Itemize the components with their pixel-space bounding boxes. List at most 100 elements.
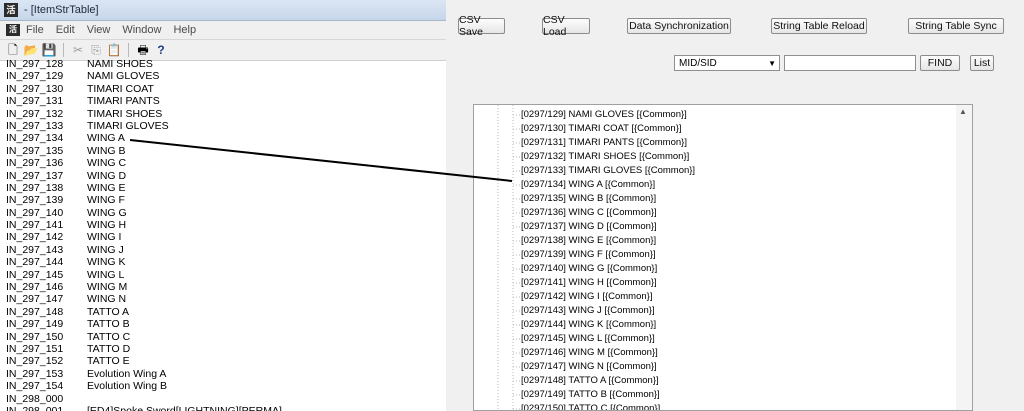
data-synchronization-button[interactable]: Data Synchronization	[627, 18, 731, 34]
row-name	[81, 393, 87, 405]
paste-icon[interactable]: 📋	[107, 43, 122, 57]
tree-item[interactable]: [0297/149] TATTO B [{Common}]	[521, 388, 660, 402]
table-row[interactable]: IN_297_150 TATTO C	[0, 331, 446, 343]
search-input[interactable]	[784, 55, 916, 71]
tree-item[interactable]: [0297/145] WING L [{Common}]	[521, 332, 655, 346]
table-row[interactable]: IN_297_147 WING N	[0, 293, 446, 305]
item-tree-view[interactable]: ▲ [0297/129] NAMI GLOVES [{Common}] [0297…	[473, 104, 973, 411]
table-row[interactable]: IN_297_128 NAMI SHOES	[0, 58, 446, 70]
tree-item[interactable]: [0297/141] WING H [{Common}]	[521, 276, 657, 290]
table-row[interactable]: IN_297_130 TIMARI COAT	[0, 83, 446, 95]
find-button[interactable]: FIND	[920, 55, 960, 71]
table-row[interactable]: IN_297_141 WING H	[0, 219, 446, 231]
table-row[interactable]: IN_297_154 Evolution Wing B	[0, 380, 446, 392]
table-row[interactable]: IN_297_149 TATTO B	[0, 318, 446, 330]
menu-file[interactable]: File	[26, 24, 44, 36]
table-row[interactable]: IN_297_129 NAMI GLOVES	[0, 70, 446, 82]
tree-item[interactable]: [0297/132] TIMARI SHOES [{Common}]	[521, 150, 689, 164]
tree-item[interactable]: [0297/129] NAMI GLOVES [{Common}]	[521, 108, 687, 122]
string-table-reload-button[interactable]: String Table Reload	[771, 18, 867, 34]
tree-item[interactable]: [0297/150] TATTO C [{Common}]	[521, 402, 660, 410]
table-row[interactable]: IN_297_135 WING B	[0, 145, 446, 157]
scroll-up-icon[interactable]: ▲	[959, 107, 967, 116]
tree-item[interactable]: [0297/148] TATTO A [{Common}]	[521, 374, 659, 388]
print-icon[interactable]: 🖶	[136, 43, 150, 57]
row-id: IN_297_138	[6, 181, 64, 194]
table-row[interactable]: IN_298_001 [ED4]Spoke Sword[LIGHTNING][PE…	[0, 405, 446, 411]
table-row[interactable]: IN_297_152 TATTO E	[0, 355, 446, 367]
table-row[interactable]: IN_297_137 WING D	[0, 170, 446, 182]
table-row[interactable]: IN_297_153 Evolution Wing A	[0, 368, 446, 380]
table-row[interactable]: IN_297_146 WING M	[0, 281, 446, 293]
row-id: IN_297_137	[6, 169, 64, 182]
row-name: TIMARI PANTS	[87, 95, 160, 108]
document-icon[interactable]: 活	[6, 24, 20, 36]
tree-item[interactable]: [0297/140] WING G [{Common}]	[521, 262, 657, 276]
table-row[interactable]: IN_297_145 WING L	[0, 269, 446, 281]
string-table-sync-button[interactable]: String Table Sync	[908, 18, 1004, 34]
csv-load-button[interactable]: CSV Load	[542, 14, 590, 38]
table-row[interactable]: IN_297_131 TIMARI PANTS	[0, 95, 446, 107]
table-row[interactable]: IN_297_133 TIMARI GLOVES	[0, 120, 446, 132]
tree-item[interactable]: [0297/130] TIMARI COAT [{Common}]	[521, 122, 682, 136]
menu-edit[interactable]: Edit	[56, 24, 75, 36]
new-icon[interactable]: 🗋	[6, 43, 20, 57]
tree-item[interactable]: [0297/146] WING M [{Common}]	[521, 346, 658, 360]
toolbar-separator	[63, 43, 64, 57]
select-value: MID/SID	[679, 57, 717, 69]
table-row[interactable]: IN_297_139 WING F	[0, 194, 446, 206]
tree-item[interactable]: [0297/144] WING K [{Common}]	[521, 318, 656, 332]
title-bar: 活 - [ItemStrTable]	[0, 0, 446, 21]
csv-save-button[interactable]: CSV Save	[458, 14, 505, 38]
row-name: TATTO E	[87, 355, 130, 368]
table-row[interactable]: IN_297_142 WING I	[0, 231, 446, 243]
row-id: IN_297_144	[6, 256, 64, 269]
table-row[interactable]: IN_297_136 WING C	[0, 157, 446, 169]
tree-item[interactable]: [0297/139] WING F [{Common}]	[521, 248, 656, 262]
table-row[interactable]: IN_297_148 TATTO A	[0, 306, 446, 318]
menu-bar: 活 File Edit View Window Help	[0, 21, 446, 40]
table-row[interactable]: IN_297_138 WING E	[0, 182, 446, 194]
tree-scrollbar[interactable]: ▲	[956, 105, 972, 410]
list-button[interactable]: List	[970, 55, 994, 71]
table-row[interactable]: IN_297_140 WING G	[0, 207, 446, 219]
row-id: IN_298_000	[6, 392, 64, 405]
table-row[interactable]: IN_297_143 WING J	[0, 244, 446, 256]
table-row[interactable]: IN_297_151 TATTO D	[0, 343, 446, 355]
row-id: IN_297_143	[6, 243, 64, 256]
tree-item[interactable]: [0297/137] WING D [{Common}]	[521, 220, 657, 234]
save-icon[interactable]: 💾	[42, 43, 57, 57]
table-row[interactable]: IN_297_134 WING A	[0, 132, 446, 144]
tree-item[interactable]: [0297/136] WING C [{Common}]	[521, 206, 657, 220]
cut-icon[interactable]: ✂	[71, 43, 85, 57]
tree-item[interactable]: [0297/134] WING A [{Common}]	[521, 178, 655, 192]
tree-item[interactable]: [0297/147] WING N [{Common}]	[521, 360, 657, 374]
row-name: WING M	[87, 281, 128, 294]
copy-icon[interactable]: ⎘	[89, 43, 103, 57]
row-id: IN_297_132	[6, 107, 64, 120]
menu-window[interactable]: Window	[122, 24, 161, 36]
tree-item[interactable]: [0297/131] TIMARI PANTS [{Common}]	[521, 136, 687, 150]
window-title: - [ItemStrTable]	[24, 4, 99, 16]
row-name: WING D	[87, 169, 127, 182]
tree-item[interactable]: [0297/143] WING J [{Common}]	[521, 304, 655, 318]
row-name: WING G	[87, 206, 127, 219]
tree-item[interactable]: [0297/142] WING I [{Common}]	[521, 290, 652, 304]
row-name: WING L	[87, 268, 125, 281]
row-id: IN_297_128	[6, 58, 64, 70]
row-id: IN_297_142	[6, 231, 64, 244]
menu-view[interactable]: View	[87, 24, 111, 36]
table-row[interactable]: IN_297_132 TIMARI SHOES	[0, 108, 446, 120]
table-row[interactable]: IN_297_144 WING K	[0, 256, 446, 268]
tree-item[interactable]: [0297/133] TIMARI GLOVES [{Common}]	[521, 164, 695, 178]
menu-help[interactable]: Help	[173, 24, 196, 36]
table-row[interactable]: IN_298_000	[0, 393, 446, 405]
row-id: IN_297_131	[6, 95, 64, 108]
help-icon[interactable]: ?	[154, 43, 168, 57]
tree-item[interactable]: [0297/138] WING E [{Common}]	[521, 234, 656, 248]
tree-item[interactable]: [0297/135] WING B [{Common}]	[521, 192, 656, 206]
row-id: IN_297_146	[6, 281, 64, 294]
row-id: IN_297_148	[6, 305, 64, 318]
mid-sid-select[interactable]: MID/SID ▼	[674, 55, 780, 71]
open-icon[interactable]: 📂	[24, 43, 39, 57]
